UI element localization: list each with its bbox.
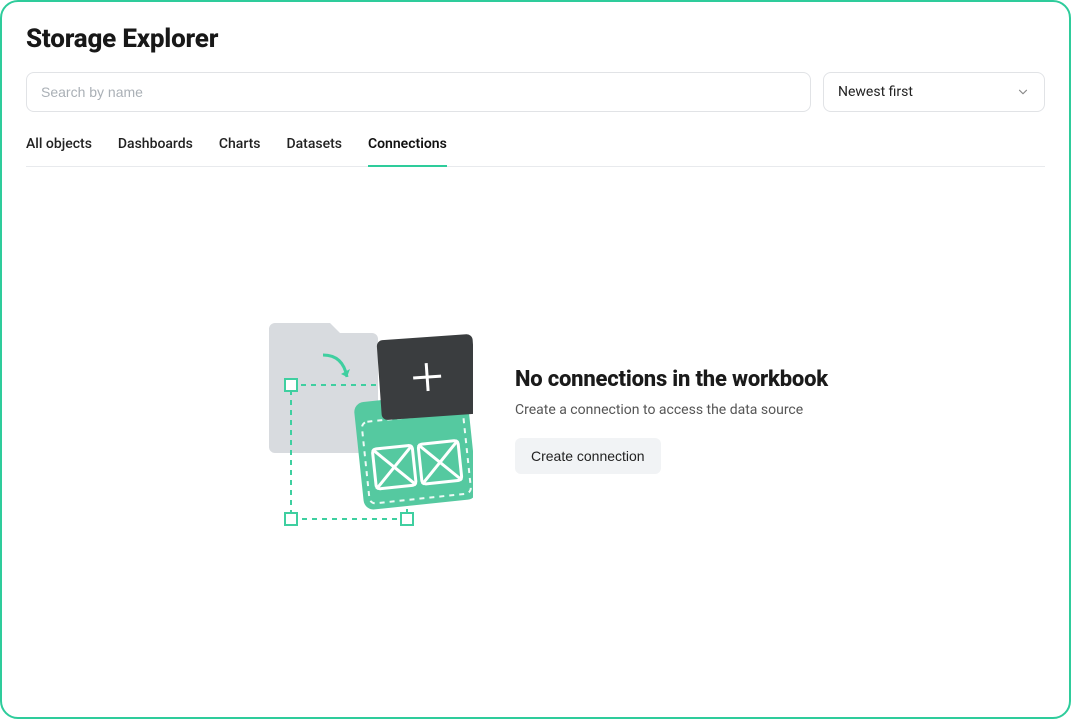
empty-title: No connections in the workbook: [515, 367, 828, 392]
controls-row: Newest first: [26, 72, 1045, 112]
tab-all-objects[interactable]: All objects: [26, 136, 92, 166]
tabs: All objects Dashboards Charts Datasets C…: [26, 136, 1045, 167]
sort-selected-label: Newest first: [838, 84, 913, 100]
tab-datasets[interactable]: Datasets: [286, 136, 341, 166]
chevron-down-icon: [1016, 85, 1030, 99]
empty-text: No connections in the workbook Create a …: [515, 367, 828, 474]
empty-state: No connections in the workbook Create a …: [26, 175, 1045, 665]
empty-illustration: [263, 305, 473, 535]
empty-subtitle: Create a connection to access the data s…: [515, 402, 828, 418]
tab-dashboards[interactable]: Dashboards: [118, 136, 193, 166]
page-title: Storage Explorer: [26, 24, 1045, 54]
create-connection-button[interactable]: Create connection: [515, 438, 661, 474]
app-frame: Storage Explorer Newest first All object…: [0, 0, 1071, 719]
tab-connections[interactable]: Connections: [368, 136, 447, 166]
search-input[interactable]: [26, 72, 811, 112]
tab-charts[interactable]: Charts: [219, 136, 261, 166]
sort-select[interactable]: Newest first: [823, 72, 1045, 112]
